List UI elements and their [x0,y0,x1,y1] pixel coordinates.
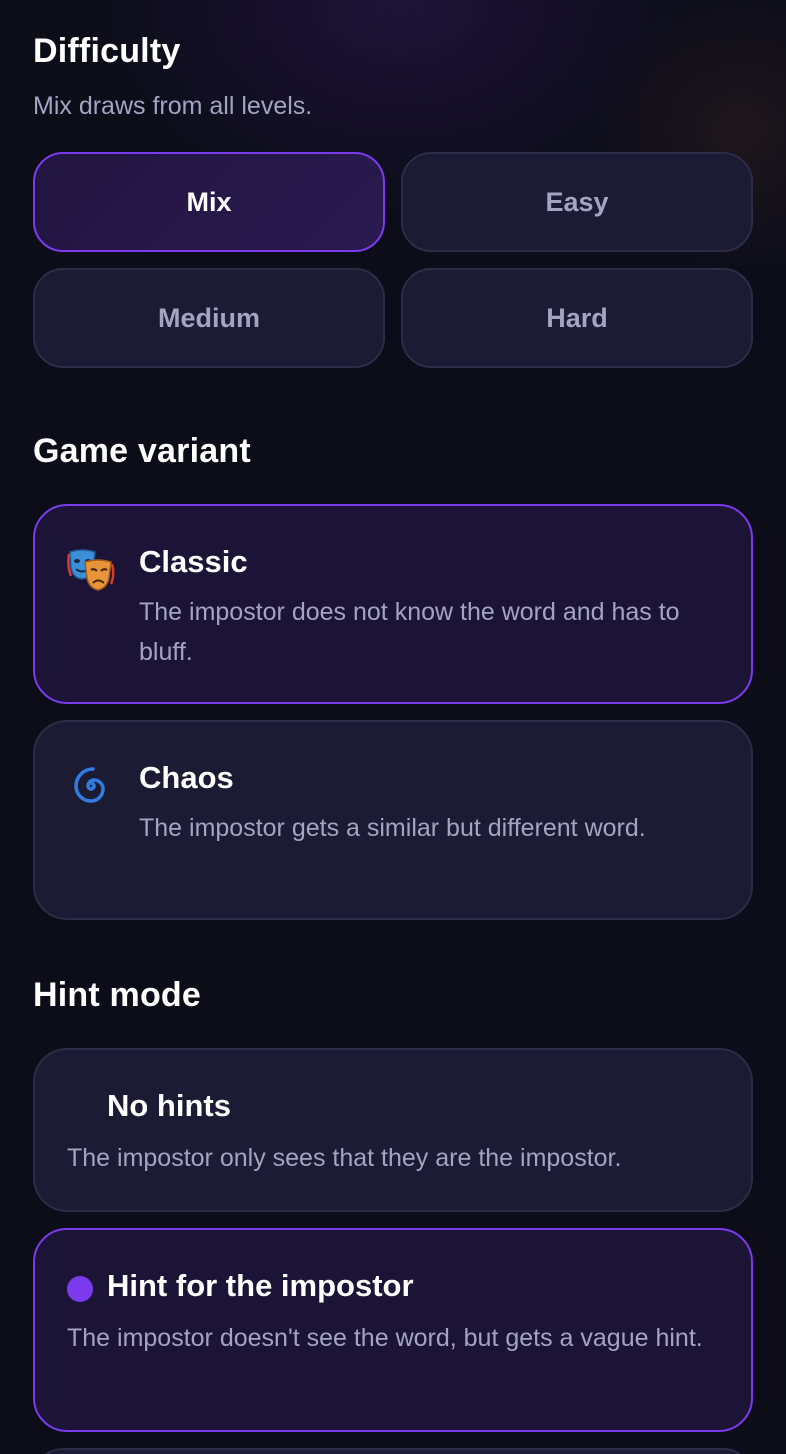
selected-dot-icon [67,1276,93,1302]
hint-none-card[interactable]: No hints The impostor only sees that the… [33,1048,753,1212]
difficulty-mix-button[interactable]: Mix [33,152,385,252]
variant-chaos-title: Chaos [139,760,234,795]
difficulty-options: Mix Easy Medium Hard [33,152,753,368]
variant-classic-title: Classic [139,544,248,579]
difficulty-hard-button[interactable]: Hard [401,268,753,368]
variant-chaos-card[interactable]: Chaos The impostor gets a similar but di… [33,720,753,920]
variant-classic-card[interactable]: Classic The impostor does not know the w… [33,504,753,704]
variant-classic-description: The impostor does not know the word and … [139,598,680,666]
difficulty-title: Difficulty [33,32,181,70]
next-option-card[interactable] [33,1448,753,1454]
difficulty-easy-button[interactable]: Easy [401,152,753,252]
game-variant-title: Game variant [33,432,251,470]
difficulty-medium-button[interactable]: Medium [33,268,385,368]
theater-masks-icon [67,546,115,594]
hint-impostor-description: The impostor doesn't see the word, but g… [67,1324,703,1352]
hint-none-title: No hints [107,1088,231,1123]
hint-impostor-title: Hint for the impostor [107,1268,414,1303]
hint-impostor-card[interactable]: Hint for the impostor The impostor doesn… [33,1228,753,1432]
cyclone-icon [67,762,115,810]
variant-chaos-description: The impostor gets a similar but differen… [139,814,646,842]
hint-none-description: The impostor only sees that they are the… [67,1144,622,1172]
difficulty-subtitle: Mix draws from all levels. [33,92,313,120]
hint-mode-title: Hint mode [33,976,202,1014]
